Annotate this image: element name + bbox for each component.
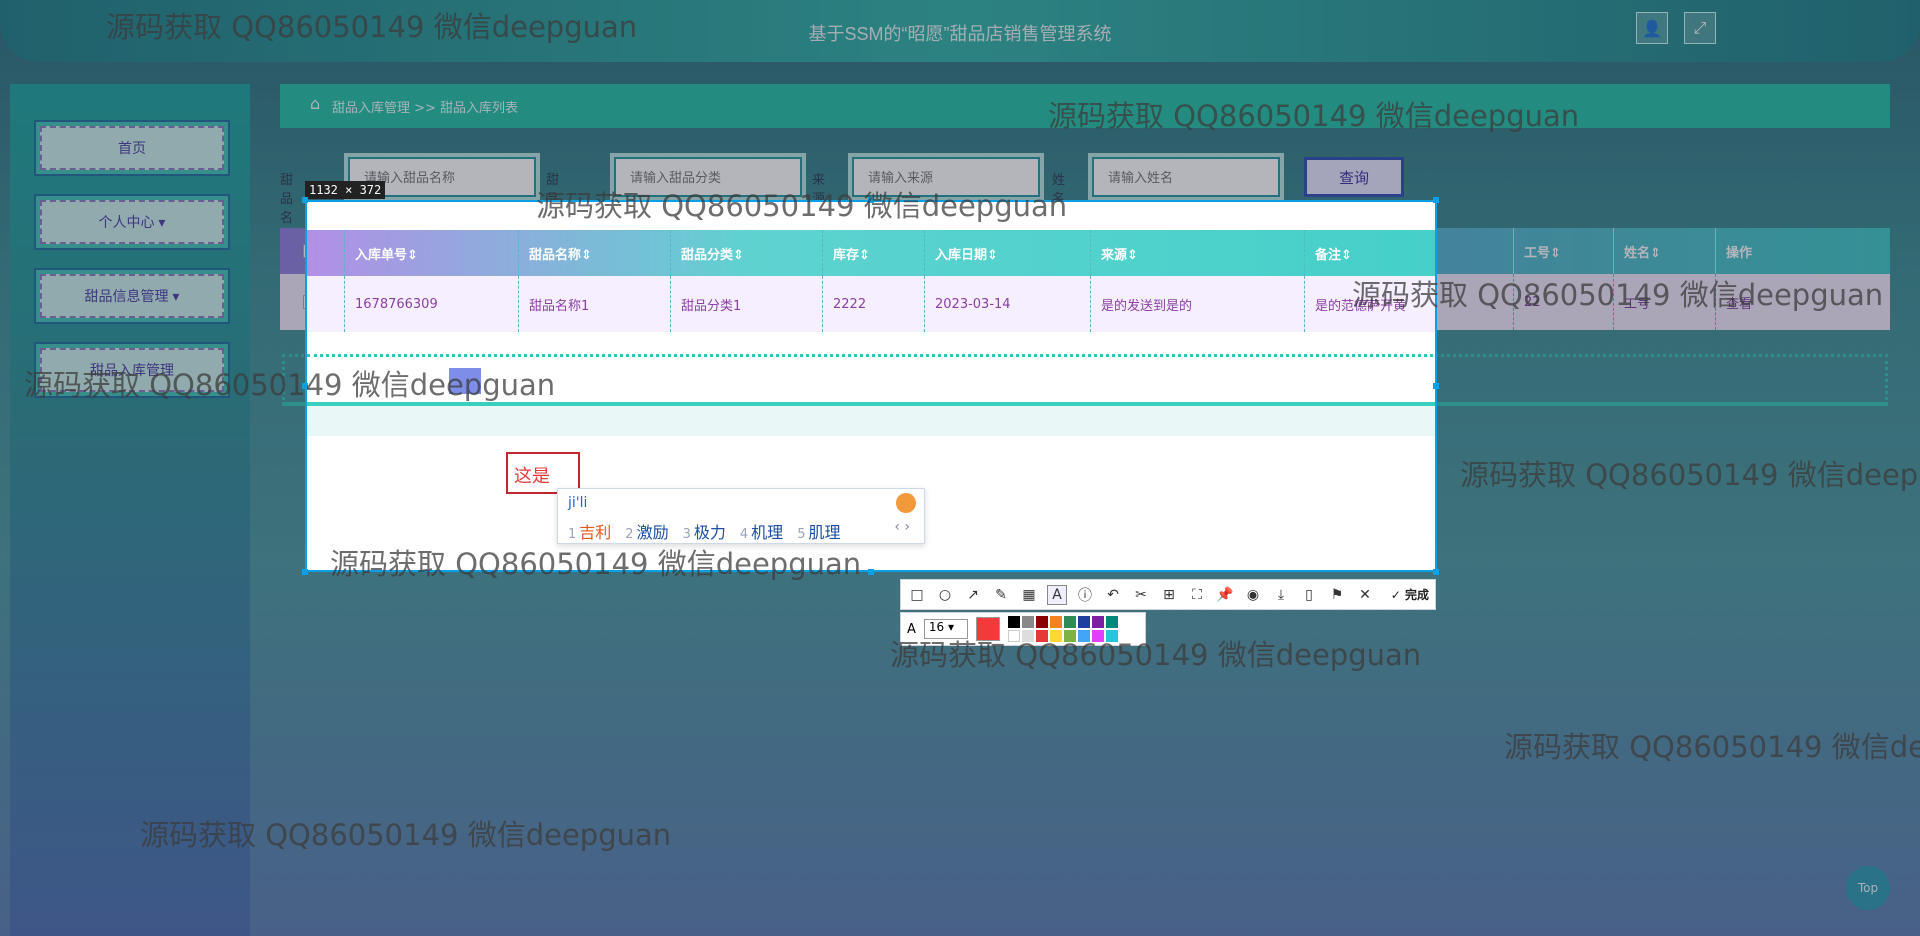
- col-header: 备注⇕: [1315, 247, 1352, 263]
- query-button[interactable]: 查询: [1304, 157, 1404, 197]
- watermark: 源码获取 QQ86050149 微信deepguan: [890, 638, 1422, 672]
- color-swatch[interactable]: [1091, 616, 1104, 628]
- phone-icon[interactable]: ▯: [1299, 585, 1319, 605]
- text-tool-icon[interactable]: A: [1047, 584, 1067, 605]
- ime-candidate[interactable]: 1 吉利: [568, 519, 611, 543]
- resize-handle[interactable]: [1433, 197, 1439, 203]
- sidebar-item-label: 甜品信息管理 ▾: [40, 274, 224, 318]
- pen-icon[interactable]: ✎: [991, 585, 1011, 605]
- mosaic-icon[interactable]: ▦: [1019, 585, 1039, 605]
- bookmark-icon[interactable]: ⚑: [1327, 585, 1347, 605]
- select-all-checkbox[interactable]: [307, 230, 345, 276]
- watermark: 源码获取 QQ86050149 微信deepguan: [330, 547, 862, 581]
- col-header: 操作: [1726, 245, 1753, 261]
- col-header[interactable]: 姓名⇕: [1614, 228, 1716, 274]
- resize-handle[interactable]: [868, 569, 874, 575]
- watermark: 源码获取 QQ86050149 微信deepguan: [536, 189, 1068, 223]
- close-icon[interactable]: ✕: [1355, 585, 1375, 605]
- ellipse-icon[interactable]: ○: [935, 585, 955, 605]
- watermark: 源码获取 QQ86050149 微信deepguan: [1460, 458, 1920, 492]
- color-swatch[interactable]: [1049, 616, 1062, 628]
- color-swatch[interactable]: [1077, 616, 1090, 628]
- user-icon[interactable]: 👤: [1636, 12, 1668, 44]
- fullscreen-icon[interactable]: ⤢: [1684, 12, 1716, 44]
- color-swatch[interactable]: [1105, 616, 1118, 628]
- table-cell: 甜品分类1: [671, 276, 823, 332]
- download-icon[interactable]: ⤓: [1271, 585, 1291, 605]
- watermark: 源码获取 QQ86050149 微信deepguan: [106, 10, 638, 44]
- ime-candidate[interactable]: 4 机理: [740, 519, 783, 543]
- name-input[interactable]: [1088, 153, 1284, 201]
- resize-handle[interactable]: [1433, 569, 1439, 575]
- sidebar-item-personal-center[interactable]: 个人中心 ▾: [34, 194, 230, 250]
- ime-candidate[interactable]: 2 激励: [625, 519, 668, 543]
- sidebar-item-label: 首页: [40, 126, 224, 170]
- pin-icon[interactable]: 📌: [1215, 585, 1235, 605]
- ime-page-arrows-icon[interactable]: ‹ ›: [894, 519, 910, 535]
- table-cell: 是的发送到是的: [1091, 276, 1305, 332]
- sidebar-item-home[interactable]: 首页: [34, 120, 230, 176]
- ime-pinyin: ji'li: [568, 495, 588, 511]
- color-swatch[interactable]: [1007, 616, 1020, 628]
- selection-table-header: 入库单号⇕ 甜品名称⇕ 甜品分类⇕ 库存⇕ 入库日期⇕ 来源⇕ 备注⇕: [307, 230, 1435, 276]
- watermark: 源码获取 QQ86050149 微信deepguan: [1048, 99, 1580, 133]
- resize-handle[interactable]: [1433, 383, 1439, 389]
- col-header: 入库单号⇕: [345, 230, 519, 276]
- resize-handle[interactable]: [302, 569, 308, 575]
- row-checkbox[interactable]: [307, 276, 345, 332]
- selection-band: [307, 406, 1435, 436]
- sidebar-item-dessert-info[interactable]: 甜品信息管理 ▾: [34, 268, 230, 324]
- ime-candidate[interactable]: 3 极力: [683, 519, 726, 543]
- watermark: 源码获取 QQ86050149 微信deepguan: [1352, 278, 1884, 312]
- watermark: 源码获取 QQ86050149 微信deepguan: [1504, 730, 1920, 764]
- table-cell: 2222: [823, 276, 925, 332]
- back-to-top-button[interactable]: Top: [1846, 866, 1890, 910]
- col-header[interactable]: 工号⇕: [1514, 228, 1614, 274]
- ocr-icon[interactable]: ⊞: [1159, 585, 1179, 605]
- watermark: 源码获取 QQ86050149 微信deepguan: [140, 818, 672, 852]
- rectangle-icon[interactable]: □: [907, 585, 927, 605]
- undo-icon[interactable]: ↶: [1103, 585, 1123, 605]
- record-icon[interactable]: ◉: [1243, 585, 1263, 605]
- sidebar: 首页 个人中心 ▾ 甜品信息管理 ▾ 甜品入库管理: [10, 84, 250, 936]
- ime-candidate[interactable]: 5 肌理: [797, 519, 840, 543]
- arrow-icon[interactable]: ↗: [963, 585, 983, 605]
- col-header: 来源⇕: [1091, 230, 1305, 276]
- color-swatch[interactable]: [1063, 616, 1076, 628]
- watermark: 源码获取 QQ86050149 微信deepguan: [24, 368, 556, 402]
- capture-size-badge: 1132 × 372: [305, 181, 386, 199]
- ime-candidate-window: ji'li 1 吉利 2 激励 3 极力 4 机理 5 肌理 ‹ ›: [557, 488, 925, 544]
- breadcrumb-text: 甜品入库管理 >> 甜品入库列表: [332, 101, 519, 116]
- long-capture-icon[interactable]: ⛶: [1187, 585, 1207, 605]
- table-cell: 甜品名称1: [519, 276, 671, 332]
- table-cell: 1678766309: [345, 276, 519, 332]
- done-button[interactable]: ✓ 完成: [1391, 586, 1429, 603]
- resize-handle[interactable]: [302, 197, 308, 203]
- selection-table-row: 1678766309 甜品名称1 甜品分类1 2222 2023-03-14 是…: [307, 276, 1435, 332]
- ime-logo-icon: [896, 493, 916, 513]
- home-icon[interactable]: ⌂: [310, 94, 320, 113]
- capture-toolbar: □ ○ ↗ ✎ ▦ A ⓘ ↶ ✂ ⊞ ⛶ 📌 ◉ ⤓ ▯ ⚑ ✕ ✓ 完成: [900, 579, 1436, 610]
- ai-edit-icon[interactable]: ✂: [1131, 585, 1151, 605]
- sequence-icon[interactable]: ⓘ: [1075, 585, 1095, 605]
- col-header: 入库日期⇕: [925, 230, 1091, 276]
- color-swatch[interactable]: [1021, 616, 1034, 628]
- col-header: 库存⇕: [823, 230, 925, 276]
- col-header: 甜品分类⇕: [671, 230, 823, 276]
- col-header: 甜品名称⇕: [519, 230, 671, 276]
- sidebar-item-label: 个人中心 ▾: [40, 200, 224, 244]
- color-swatch[interactable]: [1035, 616, 1048, 628]
- table-cell: 2023-03-14: [925, 276, 1091, 332]
